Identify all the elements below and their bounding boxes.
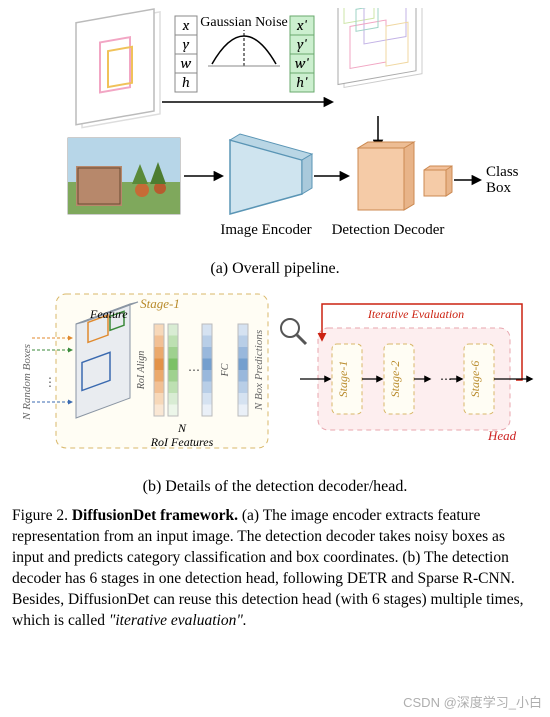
caption-a: (a) Overall pipeline. — [12, 260, 538, 278]
caption-lead: Figure 2. — [12, 507, 68, 524]
svg-text:Stage-1: Stage-1 — [336, 361, 350, 398]
caption-b: (b) Details of the detection decoder/hea… — [12, 478, 538, 496]
figure-a: x y w h Gaussian Noise x' y' w' h' — [12, 8, 538, 256]
stage-box: Stage-2 — [384, 344, 414, 414]
box-pred-label: N Box Predictions — [253, 330, 265, 411]
figure-caption: Figure 2. DiffusionDet framework. (a) Th… — [12, 506, 538, 632]
svg-text:x': x' — [296, 16, 308, 34]
xywh-output: x' y' w' h' — [290, 16, 314, 92]
svg-text:w: w — [181, 54, 192, 72]
feature-label: Feature — [89, 307, 128, 321]
svg-text:h: h — [182, 73, 190, 91]
decoder-label: Detection Decoder — [332, 222, 445, 238]
svg-text:⋮: ⋮ — [44, 375, 56, 389]
fc-label: FC — [220, 363, 231, 377]
svg-text:w': w' — [295, 54, 309, 72]
iter-eval-label: Iterative Evaluation — [367, 307, 464, 321]
svg-text:Stage-6: Stage-6 — [468, 361, 482, 398]
xywh-input: x y w h — [175, 16, 197, 92]
noisy-boxes-page — [338, 8, 422, 87]
figure-b: Stage-1 Feature N Random Boxes ⋮ RoI Ali… — [12, 288, 538, 474]
input-image — [68, 138, 180, 214]
n-label: N — [177, 421, 187, 435]
encoder-label: Image Encoder — [220, 222, 311, 238]
roi-align-label: RoI Align — [136, 351, 147, 390]
stage1-title: Stage-1 — [140, 296, 180, 311]
head-label: Head — [487, 428, 517, 443]
svg-text:⋯: ⋯ — [188, 363, 200, 377]
svg-text:h': h' — [296, 73, 308, 91]
roi-features-label: RoI Features — [150, 435, 214, 449]
watermark: CSDN @深度学习_小白 — [403, 692, 542, 711]
svg-text:x: x — [182, 16, 190, 34]
caption-title: DiffusionDet framework. — [72, 507, 238, 524]
stage-box: Stage-1 — [332, 344, 362, 414]
magnifier-icon — [281, 319, 306, 344]
random-boxes-label: N Random Boxes — [21, 344, 33, 421]
svg-text:y: y — [183, 35, 190, 53]
gaussian-noise: Gaussian Noise — [200, 15, 288, 66]
caption-body: (a) The image encoder extracts feature r… — [12, 507, 524, 629]
output-box: Box — [486, 180, 512, 196]
svg-text:y': y' — [297, 35, 307, 53]
detection-decoder — [358, 142, 452, 210]
query-template — [76, 9, 160, 128]
fc-output — [238, 324, 248, 416]
svg-text:Gaussian Noise: Gaussian Noise — [200, 15, 288, 30]
stage-box: Stage-6 — [464, 344, 494, 414]
image-encoder — [230, 134, 312, 214]
output-class: Class — [486, 164, 519, 180]
caption-italic: "iterative evaluation". — [105, 612, 247, 629]
svg-text:Stage-2: Stage-2 — [388, 361, 402, 398]
